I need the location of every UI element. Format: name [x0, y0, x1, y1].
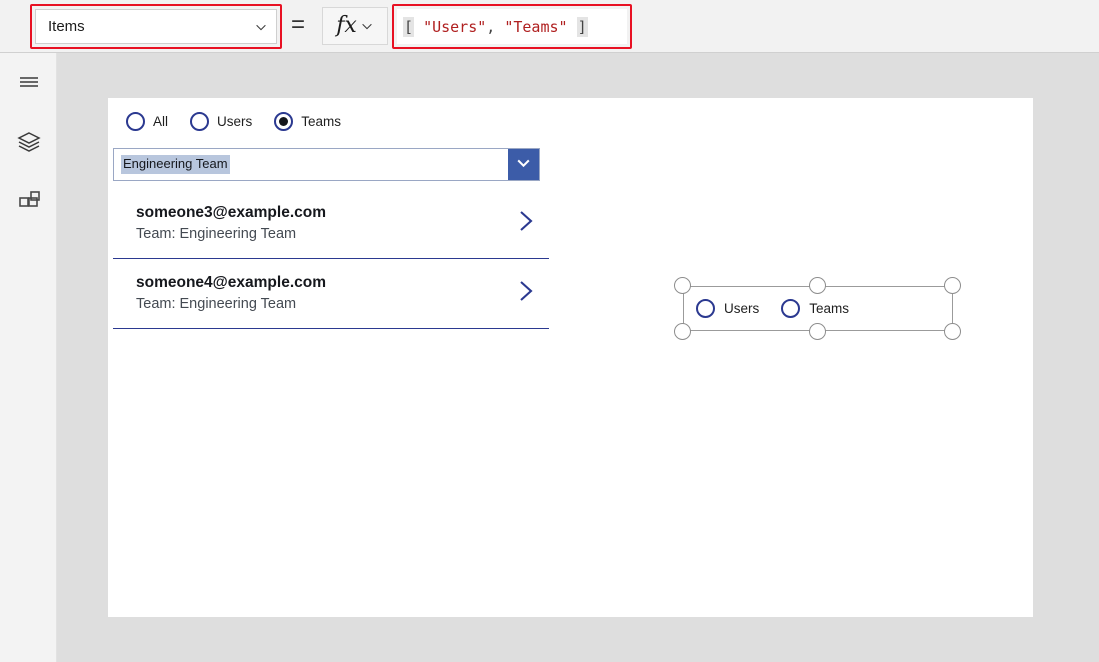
gallery-item-text: someone4@example.com Team: Engineering T…: [113, 273, 503, 314]
layers-icon: [16, 129, 42, 160]
formula-separator: ,: [486, 17, 505, 36]
chevron-down-icon: [515, 154, 532, 176]
resize-handle-top-right[interactable]: [944, 277, 961, 294]
selected-radio-group-control[interactable]: Users Teams: [674, 277, 961, 340]
radio-option-users[interactable]: Users: [696, 299, 759, 318]
chevron-right-icon: [513, 276, 539, 311]
radio-option-label: All: [153, 113, 169, 129]
hamburger-menu-icon: [16, 69, 42, 100]
filter-radio-group[interactable]: All Users Teams: [126, 112, 363, 131]
radio-circle-icon: [781, 299, 801, 318]
radio-circle-icon: [696, 299, 715, 318]
team-dropdown-value: Engineering Team: [121, 154, 230, 175]
gallery-item-next-button[interactable]: [503, 276, 549, 311]
radio-option-label: Users: [217, 113, 253, 129]
insert-components-icon: [16, 189, 42, 220]
resize-handle-top-left[interactable]: [674, 277, 691, 294]
gallery-item[interactable]: someone3@example.com Team: Engineering T…: [113, 189, 549, 259]
rail-item-insert[interactable]: [10, 185, 48, 223]
radio-option-label: Users: [724, 300, 760, 316]
chevron-right-icon: [513, 206, 539, 241]
radio-option-teams[interactable]: Teams: [274, 112, 341, 131]
formula-input[interactable]: [ "Users" , "Teams" ]: [397, 9, 627, 44]
fx-glyph: fx: [336, 13, 357, 38]
gallery[interactable]: someone3@example.com Team: Engineering T…: [113, 189, 549, 329]
radio-option-label: Teams: [809, 300, 850, 316]
formula-open-bracket: [: [403, 16, 415, 37]
rail-item-menu[interactable]: [10, 65, 48, 103]
gallery-item[interactable]: someone4@example.com Team: Engineering T…: [113, 259, 549, 329]
left-rail: [0, 53, 57, 662]
fx-button[interactable]: fx: [322, 7, 388, 45]
chevron-down-icon: [254, 20, 268, 34]
formula-close-bracket: ]: [576, 16, 588, 37]
formula-bar: Items = fx [ "Users" , "Teams" ]: [0, 0, 1099, 53]
resize-handle-bottom-center[interactable]: [809, 323, 826, 340]
resize-handle-bottom-right[interactable]: [944, 323, 961, 340]
formula-string-teams: "Teams": [504, 17, 568, 36]
radio-option-users[interactable]: Users: [190, 112, 252, 131]
radio-option-all[interactable]: All: [126, 112, 168, 131]
radio-option-label: Teams: [301, 113, 342, 129]
gallery-item-subtitle: Team: Engineering Team: [136, 295, 297, 312]
gallery-item-text: someone3@example.com Team: Engineering T…: [113, 203, 503, 244]
radio-circle-icon: [190, 112, 210, 131]
gallery-item-subtitle: Team: Engineering Team: [136, 225, 297, 242]
team-dropdown-value-area: Engineering Team: [114, 149, 508, 180]
radio-circle-icon: [126, 112, 145, 131]
property-dropdown-value: Items: [48, 18, 85, 35]
gallery-item-title: someone4@example.com: [136, 273, 326, 291]
radio-option-teams[interactable]: Teams: [781, 299, 849, 318]
property-dropdown-highlight: Items: [30, 4, 282, 49]
equals-sign: =: [291, 11, 306, 38]
team-dropdown-arrow-button[interactable]: [508, 149, 539, 180]
chevron-down-icon: [360, 19, 374, 33]
formula-string-users: "Users": [423, 17, 487, 36]
rail-item-tree-view[interactable]: [10, 125, 48, 163]
formula-input-highlight: [ "Users" , "Teams" ]: [392, 4, 632, 49]
gallery-item-title: someone3@example.com: [136, 203, 326, 221]
radio-circle-selected-icon: [274, 112, 294, 131]
team-dropdown[interactable]: Engineering Team: [113, 148, 540, 181]
property-dropdown[interactable]: Items: [35, 9, 277, 44]
app-canvas: All Users Teams Engineering Team someone…: [108, 98, 1033, 617]
resize-handle-bottom-left[interactable]: [674, 323, 691, 340]
resize-handle-top-center[interactable]: [809, 277, 826, 294]
gallery-item-next-button[interactable]: [503, 206, 549, 241]
